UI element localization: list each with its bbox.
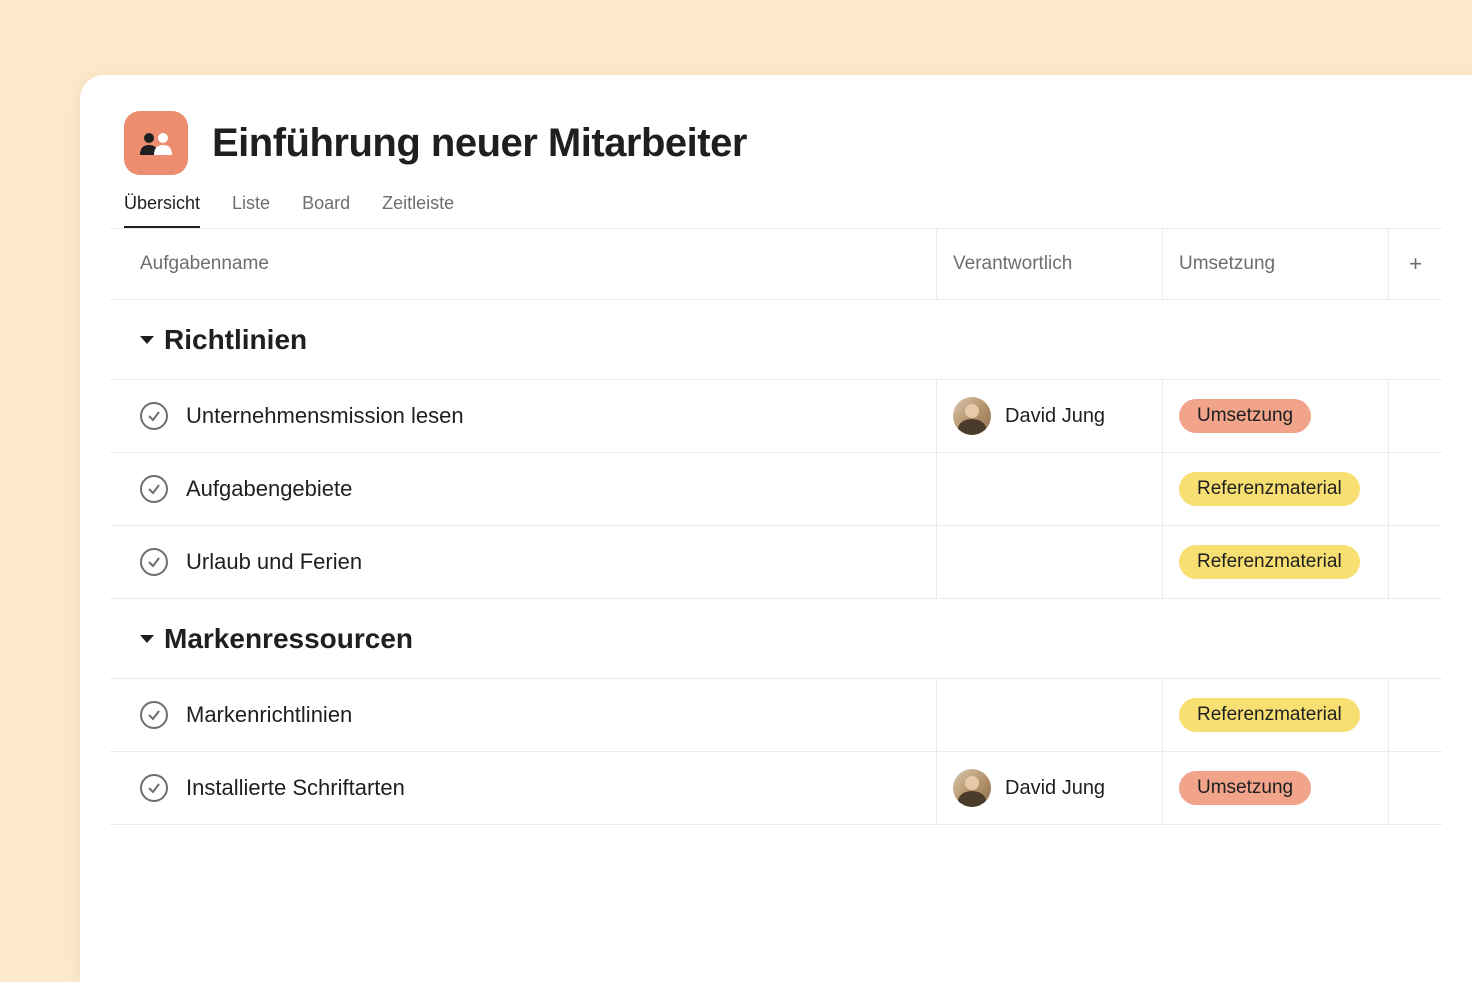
section-title: Markenressourcen [164,623,413,655]
status-badge: Referenzmaterial [1179,472,1360,506]
task-tag-cell[interactable]: Referenzmaterial [1162,526,1388,598]
column-tag[interactable]: Umsetzung [1162,229,1388,299]
section-title: Richtlinien [164,324,307,356]
status-badge: Umsetzung [1179,399,1311,433]
task-extra-cell[interactable] [1388,453,1442,525]
tab-board[interactable]: Board [302,193,350,228]
complete-task-button[interactable] [140,402,168,430]
column-assignee[interactable]: Verantwortlich [936,229,1162,299]
task-name-cell[interactable]: Aufgabengebiete [110,453,936,525]
task-tag-cell[interactable]: Referenzmaterial [1162,453,1388,525]
task-name: Installierte Schriftarten [186,775,405,801]
checkmark-icon [147,482,161,496]
section-header[interactable]: Markenressourcen [80,599,1472,679]
status-badge: Umsetzung [1179,771,1311,805]
task-row[interactable]: Installierte Schriftarten David Jung Ums… [110,751,1442,825]
checkmark-icon [147,409,161,423]
tab-overview[interactable]: Übersicht [124,193,200,228]
tab-list[interactable]: Liste [232,193,270,228]
task-assignee-cell[interactable]: David Jung [936,380,1162,452]
task-assignee-cell[interactable] [936,526,1162,598]
task-name-cell[interactable]: Urlaub und Ferien [110,526,936,598]
task-name-cell[interactable]: Markenrichtlinien [110,679,936,751]
column-task-name[interactable]: Aufgabenname [110,229,936,299]
task-name: Markenrichtlinien [186,702,352,728]
task-extra-cell[interactable] [1388,752,1442,824]
add-column-button[interactable]: + [1388,229,1442,299]
task-tag-cell[interactable]: Umsetzung [1162,380,1388,452]
task-assignee-cell[interactable] [936,453,1162,525]
complete-task-button[interactable] [140,774,168,802]
task-assignee-cell[interactable] [936,679,1162,751]
task-row[interactable]: Markenrichtlinien Referenzmaterial [110,678,1442,752]
task-extra-cell[interactable] [1388,526,1442,598]
task-tag-cell[interactable]: Umsetzung [1162,752,1388,824]
task-assignee-cell[interactable]: David Jung [936,752,1162,824]
avatar [953,769,991,807]
section-header[interactable]: Richtlinien [80,300,1472,380]
tabs: Übersicht Liste Board Zeitleiste [80,175,1472,228]
checkmark-icon [147,708,161,722]
avatar [953,397,991,435]
tab-timeline[interactable]: Zeitleiste [382,193,454,228]
task-name: Urlaub und Ferien [186,549,362,575]
task-name: Aufgabengebiete [186,476,352,502]
complete-task-button[interactable] [140,701,168,729]
task-tag-cell[interactable]: Referenzmaterial [1162,679,1388,751]
assignee-name: David Jung [1005,405,1105,428]
project-card: Einführung neuer Mitarbeiter Übersicht L… [80,75,1472,982]
task-extra-cell[interactable] [1388,380,1442,452]
task-name: Unternehmensmission lesen [186,403,464,429]
project-header: Einführung neuer Mitarbeiter [80,75,1472,175]
status-badge: Referenzmaterial [1179,698,1360,732]
caret-down-icon [140,336,154,344]
checkmark-icon [147,781,161,795]
task-name-cell[interactable]: Unternehmensmission lesen [110,380,936,452]
assignee-name: David Jung [1005,777,1105,800]
complete-task-button[interactable] [140,475,168,503]
caret-down-icon [140,635,154,643]
task-row[interactable]: Unternehmensmission lesen David Jung Ums… [110,379,1442,453]
project-icon[interactable] [124,111,188,175]
checkmark-icon [147,555,161,569]
task-row[interactable]: Urlaub und Ferien Referenzmaterial [110,525,1442,599]
status-badge: Referenzmaterial [1179,545,1360,579]
task-extra-cell[interactable] [1388,679,1442,751]
people-icon [138,125,174,161]
project-title: Einführung neuer Mitarbeiter [212,121,747,166]
task-name-cell[interactable]: Installierte Schriftarten [110,752,936,824]
task-row[interactable]: Aufgabengebiete Referenzmaterial [110,452,1442,526]
complete-task-button[interactable] [140,548,168,576]
table-header: Aufgabenname Verantwortlich Umsetzung + [110,228,1442,300]
